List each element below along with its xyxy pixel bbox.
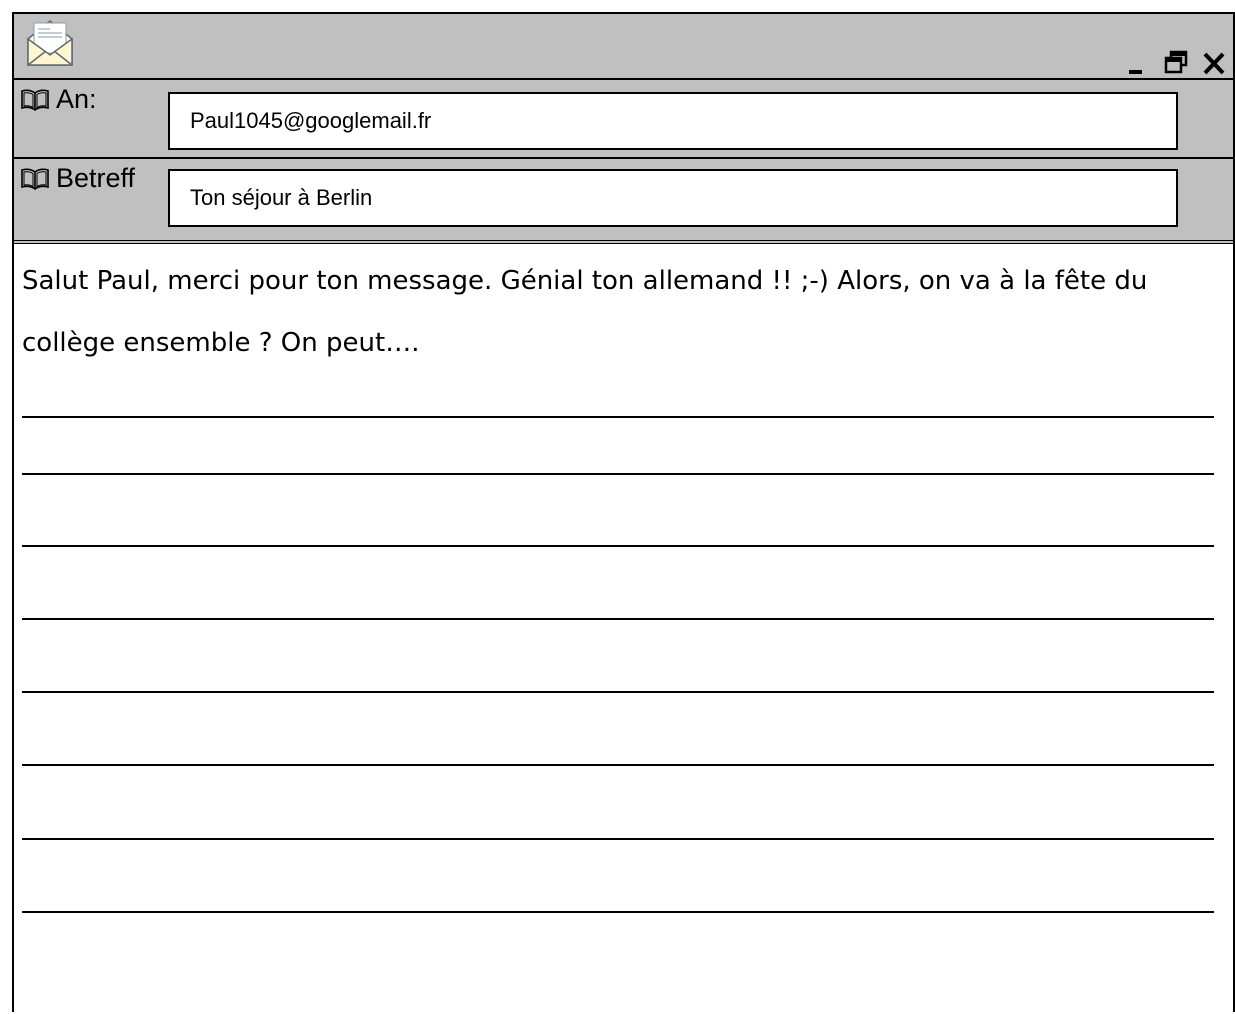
title-bar[interactable] [14,14,1233,80]
open-book-icon [20,167,50,191]
open-book-icon [20,88,50,112]
writing-line [22,545,1214,547]
recipient-label: An: [20,84,97,115]
close-icon[interactable] [1201,48,1227,76]
recipient-input[interactable] [168,92,1178,150]
restore-icon[interactable] [1163,48,1189,76]
subject-label: Betreff [20,163,135,194]
writing-line [22,416,1214,418]
message-line-1: Salut Paul, merci pour ton message. Géni… [22,266,1148,296]
writing-line [22,691,1214,693]
envelope-icon [24,17,76,69]
writing-line [22,838,1214,840]
subject-input[interactable] [168,169,1178,227]
message-text: Salut Paul, merci pour ton message. Géni… [22,250,1212,374]
subject-label-text: Betreff [56,163,136,193]
writing-line [22,764,1214,766]
minimize-icon[interactable] [1125,48,1151,76]
mail-compose-window: An: Betreff Salut Paul, merci pour ton m… [12,12,1235,1014]
recipient-label-text: An: [56,84,97,114]
window-controls [1125,44,1227,76]
writing-line [22,618,1214,620]
recipient-row: An: [14,80,1233,159]
message-line-2: collège ensemble ? On peut…. [22,328,420,358]
message-body[interactable]: Salut Paul, merci pour ton message. Géni… [14,244,1233,1014]
subject-row: Betreff [14,159,1233,244]
writing-line [22,473,1214,475]
writing-line [22,911,1214,913]
